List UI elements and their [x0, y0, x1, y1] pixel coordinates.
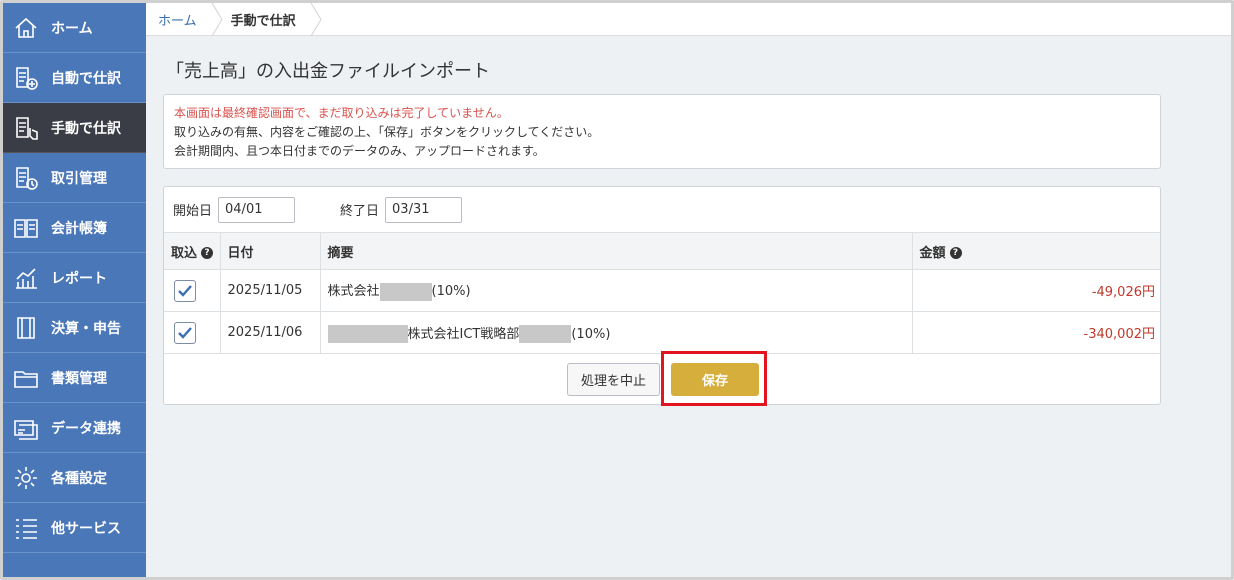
- transaction-icon: [11, 164, 41, 192]
- list-icon: [11, 514, 41, 542]
- redacted-block: [379, 282, 432, 301]
- sidebar-item-other-services[interactable]: 他サービス: [3, 503, 146, 553]
- date-cell: 2025/11/05: [220, 269, 321, 312]
- import-checkbox[interactable]: [174, 321, 196, 344]
- sidebar-item-transactions[interactable]: 取引管理: [3, 153, 146, 203]
- breadcrumb-current: 手動で仕訳: [230, 13, 296, 29]
- date-filter: 開始日 終了日: [164, 187, 1160, 232]
- notice-line: 取り込みの有無、内容をご確認の上、「保存」ボタンをクリックしてください。: [174, 125, 600, 139]
- sidebar-item-settings[interactable]: 各種設定: [3, 453, 146, 503]
- sidebar-item-documents[interactable]: 書類管理: [3, 353, 146, 403]
- sidebar-item-label: 決算・申告: [51, 320, 121, 337]
- folder-icon: [11, 364, 41, 392]
- sidebar-item-auto-journal[interactable]: 自動で仕訳: [3, 53, 146, 103]
- settlement-icon: [11, 314, 41, 342]
- start-date-label: 開始日: [173, 204, 213, 219]
- sidebar-item-report[interactable]: レポート: [3, 253, 146, 303]
- import-table: 取込? 日付 摘要 金額? 2025/11/05 株式会社 (10%) -49,…: [164, 232, 1160, 354]
- redacted-block: [519, 325, 572, 343]
- start-date-input[interactable]: [218, 196, 296, 223]
- notice-line: 会計期間内、且つ本日付までのデータのみ、アップロードされます。: [174, 144, 545, 158]
- breadcrumb: ホーム 手動で仕訳: [146, 3, 1231, 36]
- table-row: 2025/11/06 株式会社ICT戦略部 (10%) -340,002円: [164, 311, 1160, 354]
- data-link-icon: [11, 414, 41, 442]
- column-header-description: 摘要: [320, 232, 913, 270]
- column-header-amount: 金額?: [912, 232, 1160, 270]
- import-cell: [164, 269, 221, 312]
- end-date-label: 終了日: [340, 204, 380, 219]
- column-header-import: 取込?: [164, 232, 221, 270]
- sidebar-item-label: 他サービス: [51, 520, 121, 537]
- auto-journal-icon: [11, 64, 41, 92]
- import-cell: [164, 311, 221, 354]
- breadcrumb-separator-icon: [310, 3, 322, 36]
- sidebar: ホーム 自動で仕訳 手動で仕訳 取引管理 会計帳簿 レポート 決算・申告 書類管…: [3, 3, 146, 577]
- sidebar-item-label: 自動で仕訳: [51, 70, 121, 87]
- description-cell: 株式会社ICT戦略部 (10%): [320, 311, 913, 354]
- main-content: ホーム 手動で仕訳 「売上高」の入出金ファイルインポート 本画面は最終確認画面で…: [146, 3, 1231, 577]
- checkmark-icon: [178, 326, 192, 339]
- sidebar-item-home[interactable]: ホーム: [3, 3, 146, 53]
- notice-box: 本画面は最終確認画面で、まだ取り込みは完了していません。 取り込みの有無、内容を…: [163, 94, 1161, 169]
- app-window: ホーム 自動で仕訳 手動で仕訳 取引管理 会計帳簿 レポート 決算・申告 書類管…: [0, 0, 1234, 580]
- home-icon: [11, 14, 41, 42]
- sidebar-item-label: 書類管理: [51, 370, 107, 387]
- sidebar-item-label: ホーム: [51, 20, 93, 37]
- column-header-date: 日付: [220, 232, 321, 270]
- sidebar-item-ledger[interactable]: 会計帳簿: [3, 203, 146, 253]
- sidebar-item-label: 手動で仕訳: [51, 120, 121, 137]
- cancel-button[interactable]: 処理を中止: [567, 363, 660, 396]
- import-checkbox[interactable]: [174, 279, 196, 302]
- sidebar-item-label: 取引管理: [51, 170, 107, 187]
- sidebar-item-label: レポート: [51, 270, 107, 287]
- end-date-input[interactable]: [385, 196, 463, 223]
- amount-cell: -49,026円: [912, 269, 1160, 312]
- description-cell: 株式会社 (10%): [320, 269, 913, 312]
- redacted-block: [327, 325, 408, 343]
- table-header-row: 取込? 日付 摘要 金額?: [164, 232, 1160, 270]
- gear-icon: [11, 464, 41, 492]
- sidebar-item-label: 会計帳簿: [51, 220, 107, 237]
- sidebar-item-label: 各種設定: [51, 470, 107, 487]
- breadcrumb-separator-icon: [211, 3, 223, 36]
- page-title: 「売上高」の入出金ファイルインポート: [166, 61, 490, 82]
- sidebar-item-data-link[interactable]: データ連携: [3, 403, 146, 453]
- breadcrumb-home[interactable]: ホーム: [158, 3, 211, 36]
- date-cell: 2025/11/06: [220, 311, 321, 354]
- report-icon: [11, 264, 41, 292]
- sidebar-item-manual-journal[interactable]: 手動で仕訳: [3, 103, 146, 153]
- manual-journal-icon: [11, 114, 41, 142]
- table-row: 2025/11/05 株式会社 (10%) -49,026円: [164, 269, 1160, 312]
- help-icon[interactable]: ?: [201, 247, 214, 259]
- highlight-box: [661, 351, 767, 406]
- amount-cell: -340,002円: [912, 311, 1160, 354]
- notice-warning: 本画面は最終確認画面で、まだ取り込みは完了していません。: [174, 106, 509, 120]
- sidebar-item-settlement[interactable]: 決算・申告: [3, 303, 146, 353]
- help-icon[interactable]: ?: [949, 247, 962, 259]
- ledger-icon: [11, 214, 41, 242]
- sidebar-item-label: データ連携: [51, 420, 121, 437]
- checkmark-icon: [178, 284, 192, 297]
